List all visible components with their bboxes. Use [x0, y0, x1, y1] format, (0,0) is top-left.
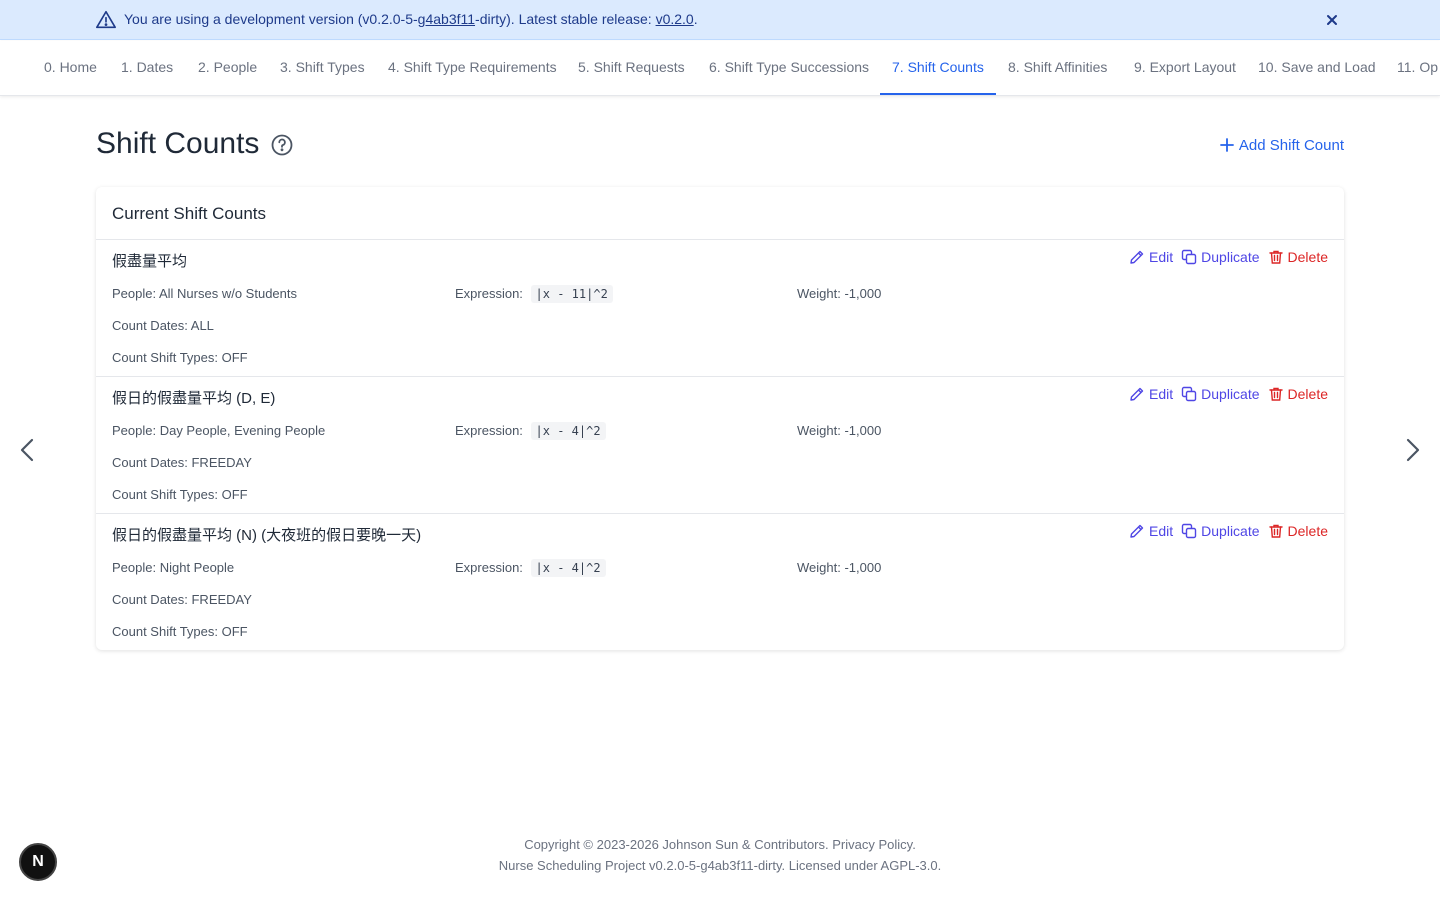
count-dates-field: Count Dates: FREEDAY	[112, 592, 252, 607]
edit-button[interactable]: Edit	[1129, 523, 1173, 539]
count-dates-field: Count Dates: FREEDAY	[112, 455, 252, 470]
shift-count-item: 假日的假盡量平均 (D, E) Edit Duplicate Delete Pe…	[96, 377, 1344, 514]
tab-shift-type-successions[interactable]: 6. Shift Type Successions	[697, 41, 881, 95]
people-field: People: Night People	[112, 560, 235, 575]
shift-counts-card: Current Shift Counts 假盡量平均 Edit Duplicat…	[96, 187, 1344, 650]
duplicate-button[interactable]: Duplicate	[1181, 523, 1260, 539]
tab-shift-type-requirements[interactable]: 4. Shift Type Requirements	[376, 41, 569, 95]
expression-code: |x - 11|^2	[530, 285, 613, 303]
add-shift-count-button[interactable]: Add Shift Count	[1220, 134, 1344, 156]
duplicate-icon	[1181, 523, 1197, 539]
duplicate-button[interactable]: Duplicate	[1181, 249, 1260, 265]
expression-code: |x - 4|^2	[530, 422, 606, 440]
item-actions: Edit Duplicate Delete	[1129, 249, 1328, 265]
tab-shift-types[interactable]: 3. Shift Types	[268, 41, 377, 95]
duplicate-icon	[1181, 386, 1197, 402]
card-title: Current Shift Counts	[96, 187, 1344, 240]
privacy-policy-link[interactable]: Privacy Policy.	[832, 837, 916, 852]
delete-button[interactable]: Delete	[1268, 386, 1328, 402]
close-icon[interactable]	[1322, 10, 1342, 30]
plus-icon	[1220, 138, 1234, 152]
duplicate-button[interactable]: Duplicate	[1181, 386, 1260, 402]
dev-version-banner: You are using a development version (v0.…	[0, 0, 1440, 40]
banner-message: You are using a development version (v0.…	[124, 11, 698, 27]
weight-field: Weight: -1,000	[797, 560, 882, 575]
duplicate-label: Duplicate	[1201, 386, 1260, 402]
footer-copyright: Copyright © 2023-2026 Johnson Sun & Cont…	[0, 837, 1440, 852]
pencil-icon	[1130, 387, 1144, 401]
weight-field: Weight: -1,000	[797, 423, 882, 438]
tab-export-layout[interactable]: 9. Export Layout	[1122, 41, 1248, 95]
expression-label: Expression:	[455, 423, 523, 438]
banner-prefix: You are using a development version (v0.…	[124, 11, 418, 27]
item-actions: Edit Duplicate Delete	[1129, 523, 1328, 539]
banner-suffix: .	[693, 11, 698, 27]
edit-label: Edit	[1149, 249, 1174, 265]
copyright-text: Copyright © 2023-2026 Johnson Sun & Cont…	[524, 837, 829, 852]
expression-label: Expression:	[455, 286, 523, 301]
pencil-icon	[1130, 524, 1144, 538]
footer-version: Nurse Scheduling Project v0.2.0-5-g4ab3f…	[498, 858, 942, 873]
duplicate-icon	[1181, 249, 1197, 265]
expression-code: |x - 4|^2	[530, 559, 606, 577]
expression-field: Expression: |x - 4|^2	[455, 559, 606, 577]
trash-icon	[1268, 250, 1283, 264]
people-field: People: All Nurses w/o Students	[112, 286, 297, 301]
duplicate-label: Duplicate	[1201, 249, 1260, 265]
previous-page-chevron-left-icon[interactable]	[14, 436, 42, 464]
tab-shift-counts[interactable]: 7. Shift Counts	[880, 41, 996, 95]
trash-icon	[1268, 524, 1283, 538]
tab-shift-requests[interactable]: 5. Shift Requests	[566, 41, 697, 95]
trash-icon	[1268, 387, 1283, 401]
tab-home[interactable]: 0. Home	[32, 41, 109, 95]
count-shift-types-field: Count Shift Types: OFF	[112, 350, 248, 365]
avatar[interactable]: N	[19, 843, 57, 881]
tab-shift-affinities[interactable]: 8. Shift Affinities	[996, 41, 1119, 95]
people-field: People: Day People, Evening People	[112, 423, 326, 438]
shift-count-item: 假盡量平均 Edit Duplicate Delete People: All …	[96, 240, 1344, 377]
tab-people[interactable]: 2. People	[186, 41, 269, 95]
shift-count-title: 假日的假盡量平均 (N) (大夜班的假日要晚一天)	[112, 527, 422, 544]
weight-field: Weight: -1,000	[797, 286, 882, 301]
expression-field: Expression: |x - 4|^2	[455, 422, 606, 440]
next-page-chevron-right-icon[interactable]	[1398, 436, 1426, 464]
help-icon[interactable]	[270, 133, 294, 157]
commit-link[interactable]: g4ab3f11	[418, 11, 475, 27]
expression-field: Expression: |x - 11|^2	[455, 285, 613, 303]
banner-middle: -dirty). Latest stable release:	[475, 11, 656, 27]
expression-label: Expression:	[455, 560, 523, 575]
edit-button[interactable]: Edit	[1129, 386, 1173, 402]
delete-label: Delete	[1287, 523, 1328, 539]
tab-options[interactable]: 11. Op	[1385, 41, 1440, 95]
tab-save-and-load[interactable]: 10. Save and Load	[1246, 41, 1388, 95]
delete-button[interactable]: Delete	[1268, 249, 1328, 265]
count-dates-field: Count Dates: ALL	[112, 318, 214, 333]
edit-button[interactable]: Edit	[1129, 249, 1173, 265]
duplicate-label: Duplicate	[1201, 523, 1260, 539]
shift-count-title: 假日的假盡量平均 (D, E)	[112, 390, 276, 407]
tab-dates[interactable]: 1. Dates	[109, 41, 185, 95]
shift-count-title: 假盡量平均	[112, 253, 188, 270]
shift-count-item: 假日的假盡量平均 (N) (大夜班的假日要晚一天) Edit Duplicate…	[96, 514, 1344, 651]
edit-label: Edit	[1149, 523, 1174, 539]
delete-label: Delete	[1287, 386, 1328, 402]
delete-button[interactable]: Delete	[1268, 523, 1328, 539]
count-shift-types-field: Count Shift Types: OFF	[112, 487, 248, 502]
item-actions: Edit Duplicate Delete	[1129, 386, 1328, 402]
add-shift-count-label: Add Shift Count	[1238, 136, 1344, 154]
count-shift-types-field: Count Shift Types: OFF	[112, 624, 248, 639]
step-tabs: 0. Home 1. Dates 2. People 3. Shift Type…	[0, 41, 1440, 96]
warning-icon	[96, 10, 116, 29]
delete-label: Delete	[1287, 249, 1328, 265]
edit-label: Edit	[1149, 386, 1174, 402]
release-link[interactable]: v0.2.0	[656, 11, 694, 27]
page-title: Shift Counts	[96, 127, 260, 160]
pencil-icon	[1130, 250, 1144, 264]
